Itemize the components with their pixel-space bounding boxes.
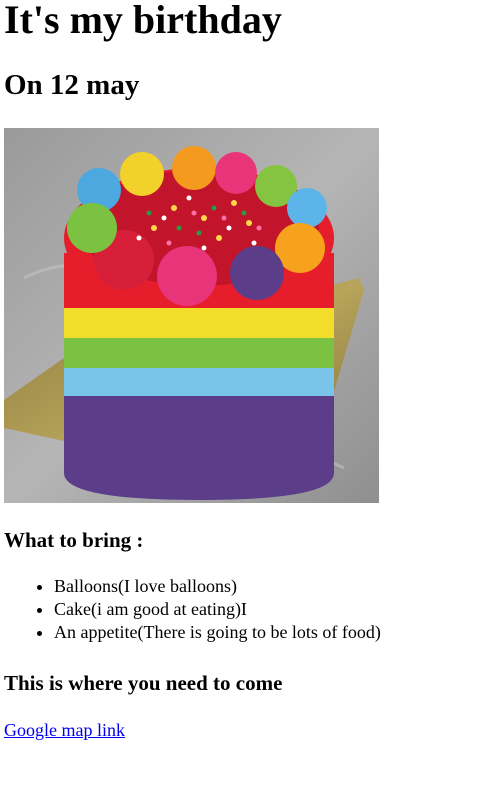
list-item: Cake(i am good at eating)I — [54, 598, 381, 621]
bring-heading: What to bring : — [4, 528, 144, 552]
google-map-link[interactable]: Google map link — [4, 719, 125, 742]
list-item: An appetite(There is going to be lots of… — [54, 621, 381, 644]
page-title: It's my birthday — [4, 0, 282, 42]
list-item: Balloons(I love balloons) — [54, 575, 381, 598]
bring-list: Balloons(I love balloons) Cake(i am good… — [4, 575, 381, 644]
rainbow-cake-image — [4, 128, 379, 503]
location-heading: This is where you need to come — [4, 671, 283, 695]
page-subtitle: On 12 may — [4, 69, 140, 101]
